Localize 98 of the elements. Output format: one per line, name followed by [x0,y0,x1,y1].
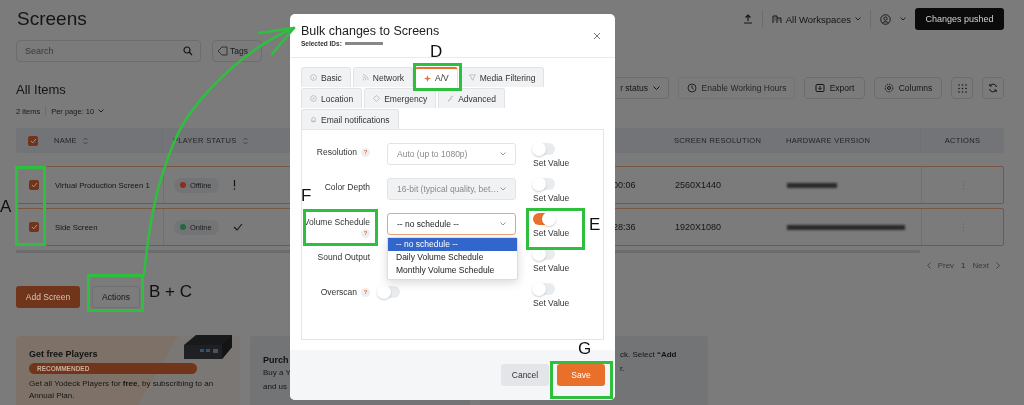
table-cell: 1920X1080 [675,222,722,232]
search-field[interactable]: Search [16,40,201,62]
toolbar-button[interactable]: Columns [874,77,942,99]
row-checkbox[interactable] [29,180,39,190]
annotation-label: F [301,186,312,206]
wrench-icon [447,95,455,102]
section-title: All Items [16,81,67,97]
field-label: Overscan [320,287,357,297]
compass-icon [310,95,317,102]
sparkle-icon [424,74,431,82]
toolbar-button[interactable]: Export [804,77,865,99]
card-text: Get all Yodeck Players for free, by subscribing to an Annual Plan. [29,378,215,402]
card-title: Get free Players [29,349,99,359]
workspace-dropdown[interactable]: All Workspaces [771,13,861,25]
tab[interactable]: Location [301,88,363,108]
clock-icon [686,83,697,93]
annotation-box [87,274,144,312]
toggle-switch[interactable] [533,178,555,190]
annotation-box [413,63,462,91]
chevron-left-icon[interactable] [926,261,931,269]
info-icon [310,74,317,81]
dropdown-option[interactable]: Monthly Volume Schedule [388,264,517,277]
select-field[interactable]: Auto (up to 1080p) [387,143,516,165]
rss-icon [361,74,369,81]
field-label: Sound Output [317,252,370,262]
card-text: ck. Select “Add [620,349,678,361]
filter-icon [468,74,476,81]
tab[interactable]: Advanced [438,88,505,108]
actions-button[interactable]: Actions [92,286,140,308]
page-number[interactable]: 1 [961,260,966,270]
cancel-button[interactable]: Cancel [501,364,549,386]
toggle-switch[interactable] [533,283,555,295]
page-title: Screens [17,8,87,30]
card-text: and us [263,381,289,393]
select-all-checkbox[interactable] [28,135,38,146]
save-button[interactable]: Save [557,364,605,386]
toggle-switch[interactable] [378,286,400,298]
building-icon [771,14,782,24]
field-label: Color Depth [324,182,370,192]
caret-icon [653,86,660,90]
row-checkbox[interactable] [29,222,39,232]
close-icon[interactable] [593,31,601,40]
toggle-label: Set Value [533,193,570,203]
annotation-box [526,208,585,250]
tab[interactable]: Network [352,67,413,87]
annotation-label: B + C [149,282,192,302]
toggle-label: Set Value [533,158,570,168]
gear-icon [883,83,894,93]
chevron-down-icon [500,222,506,226]
card-text: Buy a Y [263,367,292,379]
search-icon [183,46,193,56]
upload-icon[interactable] [742,14,753,24]
tab[interactable]: A/V [415,67,458,87]
tag-icon [217,46,228,56]
select-field[interactable]: -- no schedule -- [387,213,516,235]
dropdown-option[interactable]: -- no schedule -- [388,238,517,251]
sort-icon[interactable] [242,136,248,145]
add-screen-button[interactable]: Add Screen [16,286,80,308]
grid-view-button[interactable] [951,77,973,99]
tab[interactable]: Basic [301,67,351,87]
annotation-label: E [589,215,601,235]
diamond-icon [373,95,381,102]
status-dropdown[interactable]: r status [613,77,669,99]
blurred-text [344,42,383,45]
tab[interactable]: Email notifications [301,109,399,129]
download-icon [814,83,825,93]
card-text: r. [620,363,626,375]
caret-icon[interactable] [900,17,906,21]
blurred-text [787,182,837,188]
caret-icon [98,109,105,113]
dialog-title: Bulk changes to Screens [301,24,440,38]
annotation-label: G [578,339,592,359]
field-label: Resolution [316,147,357,157]
tab[interactable]: Media Filtering [459,67,545,87]
refresh-button[interactable] [982,77,1004,99]
toggle-label: Set Value [533,298,570,308]
tab[interactable]: Emergency [364,88,437,108]
chevron-right-icon[interactable] [996,261,1000,269]
toggle-label: Set Value [533,228,570,238]
bell-icon [310,116,317,123]
caret-icon [855,17,861,21]
toggle-switch[interactable] [533,143,555,155]
toggle-label: Set Value [533,263,570,273]
card-title: Purch [263,355,290,365]
annotation-label: A [0,197,12,217]
refresh-icon [988,83,998,93]
chevron-down-icon [500,187,506,191]
dropdown-option[interactable]: Daily Volume Schedule [388,251,517,264]
chevron-down-icon [500,152,506,156]
tags-button[interactable]: Tags [212,40,262,62]
table-cell: 2560X1440 [675,180,722,190]
annotation-box [550,361,613,399]
grid-icon [957,83,967,93]
user-icon[interactable] [880,13,891,25]
changes-pushed-button[interactable]: Changes pushed [915,8,1004,30]
toggle-switch[interactable] [533,213,555,225]
sort-icon[interactable] [82,136,88,145]
annotation-label: D [430,42,443,62]
